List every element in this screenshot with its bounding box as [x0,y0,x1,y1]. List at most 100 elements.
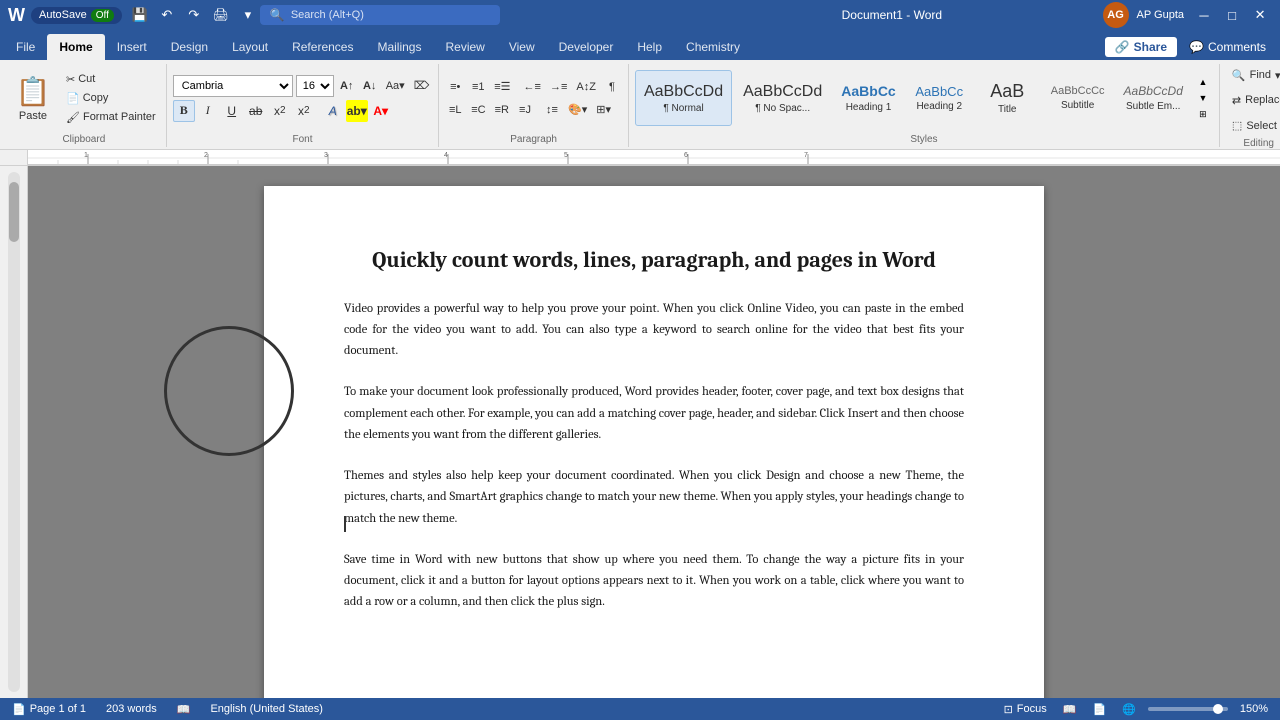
style-heading2[interactable]: AaBbCc Heading 2 [907,70,972,126]
zoom-thumb[interactable] [1213,704,1223,714]
text-highlight-button[interactable]: ab▾ [346,100,368,122]
style-no-space[interactable]: AaBbCcDd ¶ No Spac... [735,70,830,126]
tab-review[interactable]: Review [433,34,496,60]
close-button[interactable]: ✕ [1248,3,1272,27]
replace-button[interactable]: ⇄ Replace [1226,89,1280,111]
zoom-slider[interactable] [1148,707,1228,711]
tab-view[interactable]: View [497,34,547,60]
tab-chemistry[interactable]: Chemistry [674,34,752,60]
tab-mailings[interactable]: Mailings [365,34,433,60]
tab-help[interactable]: Help [625,34,674,60]
style-normal[interactable]: AaBbCcDd ¶ Normal [635,70,732,126]
para-row-1: ≡• ≡1 ≡☰ ←≡ →≡ A↕Z ¶ [445,77,622,97]
document-area[interactable]: Quickly count words, lines, paragraph, a… [28,166,1280,698]
vertical-scrollbar-thumb[interactable] [9,182,19,242]
change-case-button[interactable]: Aa▾ [383,76,408,96]
proofing-icon[interactable]: 📖 [173,703,195,716]
borders-button[interactable]: ⊞▾ [593,100,614,120]
customize-icon[interactable]: ▾ [236,3,260,27]
minimize-button[interactable]: ─ [1192,3,1216,27]
style-heading1[interactable]: AaBbCc Heading 1 [833,70,903,126]
align-right-button[interactable]: ≡R [492,100,512,120]
print-layout-icon: 📄 [1092,703,1106,716]
style-subtitle[interactable]: AaBbCcCc Subtitle [1043,70,1113,126]
tab-file[interactable]: File [4,34,47,60]
line-spacing-button[interactable]: ↕≡ [542,100,562,120]
style-title-preview: AaB [990,81,1024,103]
search-bar[interactable]: 🔍 Search (Alt+Q) [260,5,500,25]
shading-button[interactable]: 🎨▾ [565,100,590,120]
font-content: Cambria 16 A↑ A↓ Aa▾ ⌦ B I U ab x2 x2 [173,64,433,132]
cut-button[interactable]: ✂ Cut [62,70,160,88]
paste-button[interactable]: 📋 Paste [8,68,58,128]
subscript-button[interactable]: x2 [269,100,291,122]
quick-print-icon[interactable]: 🖨 [209,3,233,27]
redo-icon[interactable]: ↷ [182,3,206,27]
style-heading1-label: Heading 1 [846,102,892,113]
ribbon-tabs: File Home Insert Design Layout Reference… [0,30,1280,60]
multilevel-list-button[interactable]: ≡☰ [491,77,513,97]
style-normal-label: ¶ Normal [663,103,703,114]
styles-scroll-down[interactable]: ▼ [1195,91,1211,105]
clear-format-button[interactable]: ⌦ [411,76,433,96]
user-avatar[interactable]: AG [1103,2,1129,28]
save-icon[interactable]: 💾 [128,3,152,27]
text-effects-button[interactable]: A [322,100,344,122]
find-button[interactable]: 🔍 Find ▾ [1226,64,1280,86]
decrease-indent-button[interactable]: ←≡ [521,77,544,97]
para-row-2: ≡L ≡C ≡R ≡J ↕≡ 🎨▾ ⊞▾ [445,100,622,120]
justify-button[interactable]: ≡J [515,100,535,120]
font-size-select[interactable]: 16 [296,75,334,97]
format-painter-button[interactable]: 🖌 Format Painter [62,108,160,126]
strikethrough-button[interactable]: ab [245,100,267,122]
decrease-font-button[interactable]: A↓ [360,76,380,96]
select-button[interactable]: ⬚ Select ▾ [1226,114,1280,136]
style-subtle-em[interactable]: AaBbCcDd Subtle Em... [1116,70,1191,126]
read-mode-button[interactable]: 📖 [1059,703,1081,716]
paragraph-content: ≡• ≡1 ≡☰ ←≡ →≡ A↕Z ¶ ≡L ≡C ≡R ≡J ↕≡ 🎨▾ [445,64,622,132]
superscript-button[interactable]: x2 [293,100,315,122]
align-left-button[interactable]: ≡L [445,100,465,120]
vertical-scrollbar-track[interactable] [8,172,20,692]
tab-developer[interactable]: Developer [547,34,626,60]
show-formatting-button[interactable]: ¶ [602,77,622,97]
align-center-button[interactable]: ≡C [468,100,488,120]
circle-annotation [164,326,294,456]
zoom-level[interactable]: 150% [1236,703,1272,715]
focus-button[interactable]: ⊡ Focus [1000,703,1051,716]
ruler-area: 1 2 3 4 5 6 7 [0,150,1280,166]
numbering-button[interactable]: ≡1 [468,77,488,97]
paragraph-group: ≡• ≡1 ≡☰ ←≡ →≡ A↕Z ¶ ≡L ≡C ≡R ≡J ↕≡ 🎨▾ [441,64,629,147]
style-title[interactable]: AaB Title [975,70,1040,126]
font-name-select[interactable]: Cambria [173,75,293,97]
doc-filename: Document1 - Word [681,8,1102,22]
sort-button[interactable]: A↕Z [573,77,599,97]
copy-button[interactable]: 📄 Copy [62,89,160,107]
styles-expand[interactable]: ⊞ [1195,107,1211,121]
page-info[interactable]: 📄 Page 1 of 1 [8,703,90,716]
comments-button[interactable]: 💬 Comments [1179,37,1276,57]
tab-home[interactable]: Home [47,34,104,60]
word-count[interactable]: 203 words [102,703,161,715]
autosave-badge[interactable]: AutoSave Off [31,7,122,24]
tab-references[interactable]: References [280,34,365,60]
bullets-button[interactable]: ≡• [445,77,465,97]
bold-button[interactable]: B [173,100,195,122]
share-button[interactable]: 🔗 Share [1105,37,1177,57]
tab-design[interactable]: Design [159,34,220,60]
tab-insert[interactable]: Insert [105,34,159,60]
underline-button[interactable]: U [221,100,243,122]
increase-indent-button[interactable]: →≡ [547,77,570,97]
autosave-toggle[interactable]: Off [91,9,114,22]
tab-layout[interactable]: Layout [220,34,280,60]
font-color-button[interactable]: A▾ [370,100,392,122]
undo-icon[interactable]: ↶ [155,3,179,27]
restore-button[interactable]: □ [1220,3,1244,27]
print-layout-button[interactable]: 📄 [1088,703,1110,716]
quick-access-toolbar: 💾 ↶ ↷ 🖨 ▾ [128,3,260,27]
increase-font-button[interactable]: A↑ [337,76,357,96]
styles-scroll-up[interactable]: ▲ [1195,75,1211,89]
italic-button[interactable]: I [197,100,219,122]
web-layout-button[interactable]: 🌐 [1118,703,1140,716]
language[interactable]: English (United States) [206,703,327,715]
